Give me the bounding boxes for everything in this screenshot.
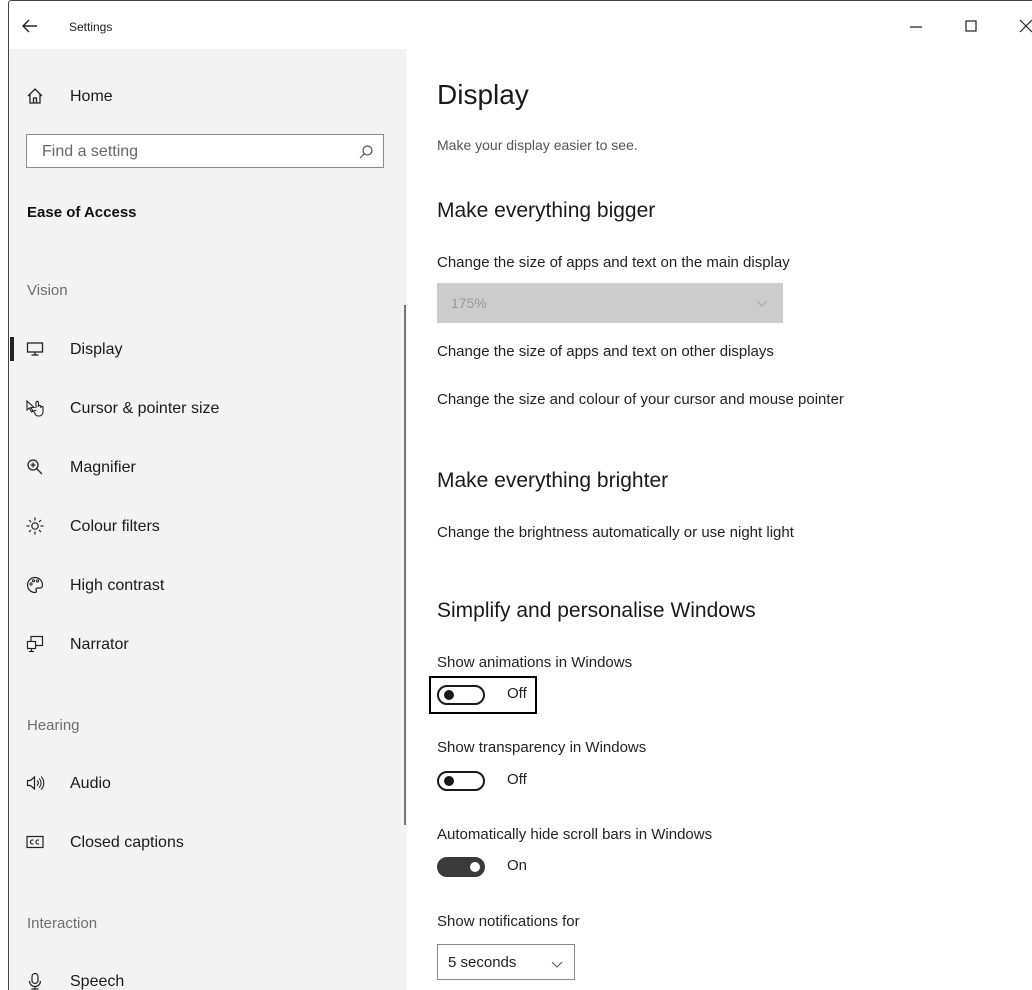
app-title: Settings [69, 20, 113, 34]
sidebar-item-cursor-pointer[interactable]: Cursor & pointer size [9, 388, 407, 428]
sidebar-item-label: Speech [70, 973, 125, 990]
sidebar-item-label: Magnifier [70, 459, 136, 476]
sidebar-item-display[interactable]: Display [9, 329, 407, 369]
sidebar-item-label: Home [70, 88, 113, 105]
sidebar-item-label: Display [70, 341, 123, 358]
close-icon [1019, 19, 1032, 33]
sidebar-item-closed-captions[interactable]: Closed captions [9, 822, 407, 862]
brightness-link[interactable]: Change the brightness automatically or u… [437, 524, 794, 541]
transparency-state: Off [507, 771, 527, 788]
closed-captions-icon [26, 835, 44, 849]
heading-make-brighter: Make everything brighter [437, 469, 669, 492]
search-input[interactable]: Find a setting [26, 134, 384, 168]
speaker-icon [26, 775, 45, 791]
other-displays-link[interactable]: Change the size of apps and text on othe… [437, 343, 774, 360]
sidebar-item-label: Audio [70, 775, 111, 792]
sidebar-item-speech[interactable]: Speech [9, 961, 407, 990]
scrollbars-label: Automatically hide scroll bars in Window… [437, 826, 713, 843]
home-icon [27, 88, 43, 104]
animations-label: Show animations in Windows [437, 654, 633, 671]
close-button[interactable] [1011, 14, 1032, 38]
microphone-icon [28, 972, 42, 990]
sidebar-item-colour-filters[interactable]: Colour filters [9, 506, 407, 546]
page-subtitle: Make your display easier to see. [437, 137, 638, 153]
page-title: Display [437, 79, 529, 110]
search-placeholder: Find a setting [42, 143, 139, 160]
maximize-icon [965, 20, 977, 32]
search-icon [359, 145, 373, 159]
sidebar-item-label: Colour filters [70, 518, 160, 535]
group-header-interaction: Interaction [27, 915, 98, 932]
sidebar-item-high-contrast[interactable]: High contrast [9, 565, 407, 605]
transparency-toggle[interactable] [437, 771, 485, 791]
main-content: Display Make your display easier to see.… [407, 49, 1032, 990]
sidebar-item-magnifier[interactable]: Magnifier [9, 447, 407, 487]
minimize-icon [910, 26, 922, 28]
monitor-icon [26, 342, 44, 356]
magnifier-icon [27, 459, 43, 475]
scale-value: 175% [451, 295, 487, 311]
group-header-hearing: Hearing [27, 717, 80, 734]
sidebar-item-label: Closed captions [70, 834, 184, 851]
sidebar-item-label: High contrast [70, 577, 165, 594]
cursor-settings-link[interactable]: Change the size and colour of your curso… [437, 391, 844, 408]
animations-toggle[interactable] [437, 685, 485, 705]
heading-simplify: Simplify and personalise Windows [437, 599, 756, 622]
notifications-label: Show notifications for [437, 913, 580, 930]
scale-dropdown: 175% [437, 283, 783, 323]
narrator-icon [26, 635, 44, 653]
transparency-label: Show transparency in Windows [437, 739, 647, 756]
animations-toggle-row: Off [429, 676, 547, 714]
cursor-pointer-icon [26, 399, 44, 417]
scrollbars-toggle[interactable] [437, 857, 485, 877]
settings-window: Settings Home Find a setting Ease of Acc… [8, 0, 1032, 990]
back-arrow-icon [22, 19, 37, 33]
scale-label: Change the size of apps and text on the … [437, 254, 790, 271]
back-button[interactable] [19, 15, 41, 37]
notifications-duration-select[interactable]: 5 seconds [437, 944, 575, 980]
scrollbars-toggle-row: On [437, 851, 547, 881]
section-title: Ease of Access [27, 204, 137, 221]
chevron-down-icon [756, 300, 768, 307]
scrollbars-state: On [507, 857, 528, 874]
selected-indicator [10, 337, 14, 361]
sidebar-item-narrator[interactable]: Narrator [9, 624, 407, 664]
sidebar-item-label: Narrator [70, 636, 129, 653]
toggle-knob [470, 862, 480, 872]
sidebar-item-label: Cursor & pointer size [70, 400, 220, 417]
maximize-button[interactable] [956, 14, 986, 38]
chevron-down-icon [551, 961, 563, 968]
notifications-duration-value: 5 seconds [448, 954, 517, 971]
heading-make-bigger: Make everything bigger [437, 199, 656, 222]
sidebar-item-audio[interactable]: Audio [9, 763, 407, 803]
high-contrast-icon [26, 576, 44, 594]
sidebar-scrollbar[interactable] [404, 305, 406, 825]
colour-filters-icon [26, 517, 44, 535]
title-bar: Settings [9, 1, 1032, 49]
toggle-knob [444, 690, 454, 700]
animations-state: Off [507, 685, 527, 702]
transparency-toggle-row: Off [437, 765, 547, 795]
group-header-vision: Vision [27, 282, 68, 299]
sidebar-item-home[interactable]: Home [9, 76, 407, 116]
toggle-knob [444, 776, 454, 786]
minimize-button[interactable] [901, 14, 931, 38]
sidebar: Home Find a setting Ease of Access Visio… [9, 49, 407, 990]
